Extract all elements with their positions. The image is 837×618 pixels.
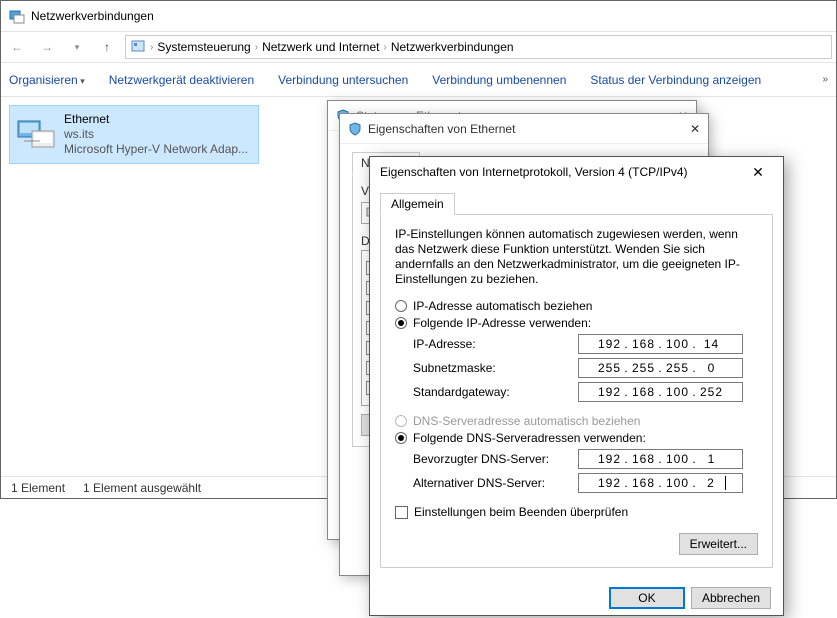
ip-address-label: IP-Adresse: xyxy=(413,337,578,351)
breadcrumb-sep: › xyxy=(255,42,258,53)
item-count: 1 Element xyxy=(11,481,65,495)
forward-button[interactable]: → xyxy=(35,35,59,59)
deactivate-device-button[interactable]: Netzwerkgerät deaktivieren xyxy=(109,73,254,87)
validate-on-exit-label: Einstellungen beim Beenden überprüfen xyxy=(414,505,628,519)
ethernet-properties-title: Eigenschaften von Ethernet xyxy=(368,122,515,136)
network-icon xyxy=(9,8,25,24)
ip-octet[interactable]: 192 xyxy=(596,385,624,399)
ethernet-adapter-item[interactable]: Ethernet ws.its Microsoft Hyper-V Networ… xyxy=(9,105,259,164)
ip-octet[interactable]: 192 xyxy=(596,452,624,466)
ok-button[interactable]: OK xyxy=(609,587,685,609)
ip-octet[interactable]: 100 xyxy=(664,385,692,399)
preferred-dns-label: Bevorzugter DNS-Server: xyxy=(413,452,578,466)
radio-ip-manual[interactable]: Folgende IP-Adresse verwenden: xyxy=(395,316,758,330)
ip-octet[interactable]: 255 xyxy=(664,361,692,375)
gateway-input[interactable]: 192. 168. 100. 252 xyxy=(578,382,743,402)
breadcrumb-sep: › xyxy=(383,42,386,53)
ip-octet[interactable]: 100 xyxy=(664,337,692,351)
adapter-domain: ws.its xyxy=(64,127,248,142)
ip-octet[interactable]: 14 xyxy=(698,337,726,351)
ip-address-input[interactable]: 192. 168. 100. 14 xyxy=(578,334,743,354)
ipv4-intro-text: IP-Einstellungen können automatisch zuge… xyxy=(395,227,758,287)
subnet-mask-input[interactable]: 255. 255. 255. 0 xyxy=(578,358,743,378)
ip-octet[interactable]: 255 xyxy=(630,361,658,375)
subnet-mask-label: Subnetzmaske: xyxy=(413,361,578,375)
ip-octet[interactable]: 168 xyxy=(630,385,658,399)
back-button[interactable]: ← xyxy=(5,35,29,59)
radio-dns-auto: DNS-Serveradresse automatisch beziehen xyxy=(395,414,758,428)
recent-button[interactable]: ▾ xyxy=(65,35,89,59)
radio-icon xyxy=(395,415,407,427)
window-title: Netzwerkverbindungen xyxy=(31,9,154,23)
ipv4-properties-dialog: Eigenschaften von Internetprotokoll, Ver… xyxy=(369,156,784,616)
tab-general[interactable]: Allgemein xyxy=(380,193,455,215)
organize-menu[interactable]: Organisieren xyxy=(9,73,85,87)
control-panel-icon xyxy=(130,39,146,55)
cancel-button[interactable]: Abbrechen xyxy=(691,587,771,609)
breadcrumb-1[interactable]: Netzwerk und Internet xyxy=(262,40,379,54)
rename-connection-button[interactable]: Verbindung umbenennen xyxy=(432,73,566,87)
ip-octet[interactable]: 0 xyxy=(698,361,726,375)
radio-icon xyxy=(395,300,407,312)
alternate-dns-label: Alternativer DNS-Server: xyxy=(413,476,578,490)
ip-octet[interactable]: 1 xyxy=(698,452,726,466)
selected-count: 1 Element ausgewählt xyxy=(83,481,201,495)
ip-octet[interactable]: 168 xyxy=(630,452,658,466)
checkbox-icon xyxy=(395,506,408,519)
adapter-driver: Microsoft Hyper-V Network Adap... xyxy=(64,142,248,157)
radio-dns-manual-label: Folgende DNS-Serveradressen verwenden: xyxy=(413,431,646,445)
adapter-name: Ethernet xyxy=(64,112,248,127)
ip-octet[interactable]: 192 xyxy=(596,337,624,351)
radio-ip-manual-label: Folgende IP-Adresse verwenden: xyxy=(413,316,591,330)
radio-icon xyxy=(395,317,407,329)
breadcrumb-2[interactable]: Netzwerkverbindungen xyxy=(391,40,514,54)
validate-on-exit-checkbox[interactable]: Einstellungen beim Beenden überprüfen xyxy=(395,505,758,519)
navigation-bar: ← → ▾ ↑ › Systemsteuerung › Netzwerk und… xyxy=(1,31,836,63)
radio-dns-auto-label: DNS-Serveradresse automatisch beziehen xyxy=(413,414,640,428)
radio-ip-auto-label: IP-Adresse automatisch beziehen xyxy=(413,299,592,313)
address-bar[interactable]: › Systemsteuerung › Netzwerk und Interne… xyxy=(125,35,832,59)
ip-octet[interactable]: 168 xyxy=(630,337,658,351)
titlebar[interactable]: Netzwerkverbindungen xyxy=(1,1,836,31)
ip-octet[interactable]: 255 xyxy=(596,361,624,375)
command-overflow-arrow[interactable]: » xyxy=(822,74,828,85)
close-icon[interactable]: ✕ xyxy=(690,122,700,136)
ip-octet[interactable]: 100 xyxy=(664,476,692,490)
breadcrumb-sep: › xyxy=(150,42,153,53)
command-bar: Organisieren Netzwerkgerät deaktivieren … xyxy=(1,63,836,97)
ip-octet[interactable]: 168 xyxy=(630,476,658,490)
close-button[interactable]: ✕ xyxy=(743,164,773,181)
radio-ip-auto[interactable]: IP-Adresse automatisch beziehen xyxy=(395,299,758,313)
adapter-text: Ethernet ws.its Microsoft Hyper-V Networ… xyxy=(64,112,248,157)
ip-octet[interactable]: 192 xyxy=(596,476,624,490)
preferred-dns-input[interactable]: 192. 168. 100. 1 xyxy=(578,449,743,469)
shield-icon xyxy=(348,122,362,136)
radio-icon xyxy=(395,432,407,444)
radio-dns-manual[interactable]: Folgende DNS-Serveradressen verwenden: xyxy=(395,431,758,445)
ethernet-icon xyxy=(16,117,56,153)
diagnose-connection-button[interactable]: Verbindung untersuchen xyxy=(278,73,408,87)
gateway-label: Standardgateway: xyxy=(413,385,578,399)
alternate-dns-input[interactable]: 192. 168. 100. 2 xyxy=(578,473,743,493)
ipv4-titlebar[interactable]: Eigenschaften von Internetprotokoll, Ver… xyxy=(370,157,783,187)
up-button[interactable]: ↑ xyxy=(95,35,119,59)
advanced-button[interactable]: Erweitert... xyxy=(679,533,758,555)
ipv4-panel: IP-Einstellungen können automatisch zuge… xyxy=(380,214,773,568)
ip-octet[interactable]: 100 xyxy=(664,452,692,466)
ipv4-title: Eigenschaften von Internetprotokoll, Ver… xyxy=(380,165,688,179)
show-status-button[interactable]: Status der Verbindung anzeigen xyxy=(590,73,761,87)
ip-octet[interactable]: 2 xyxy=(698,476,726,490)
breadcrumb-0[interactable]: Systemsteuerung xyxy=(157,40,250,54)
ip-octet[interactable]: 252 xyxy=(698,385,726,399)
